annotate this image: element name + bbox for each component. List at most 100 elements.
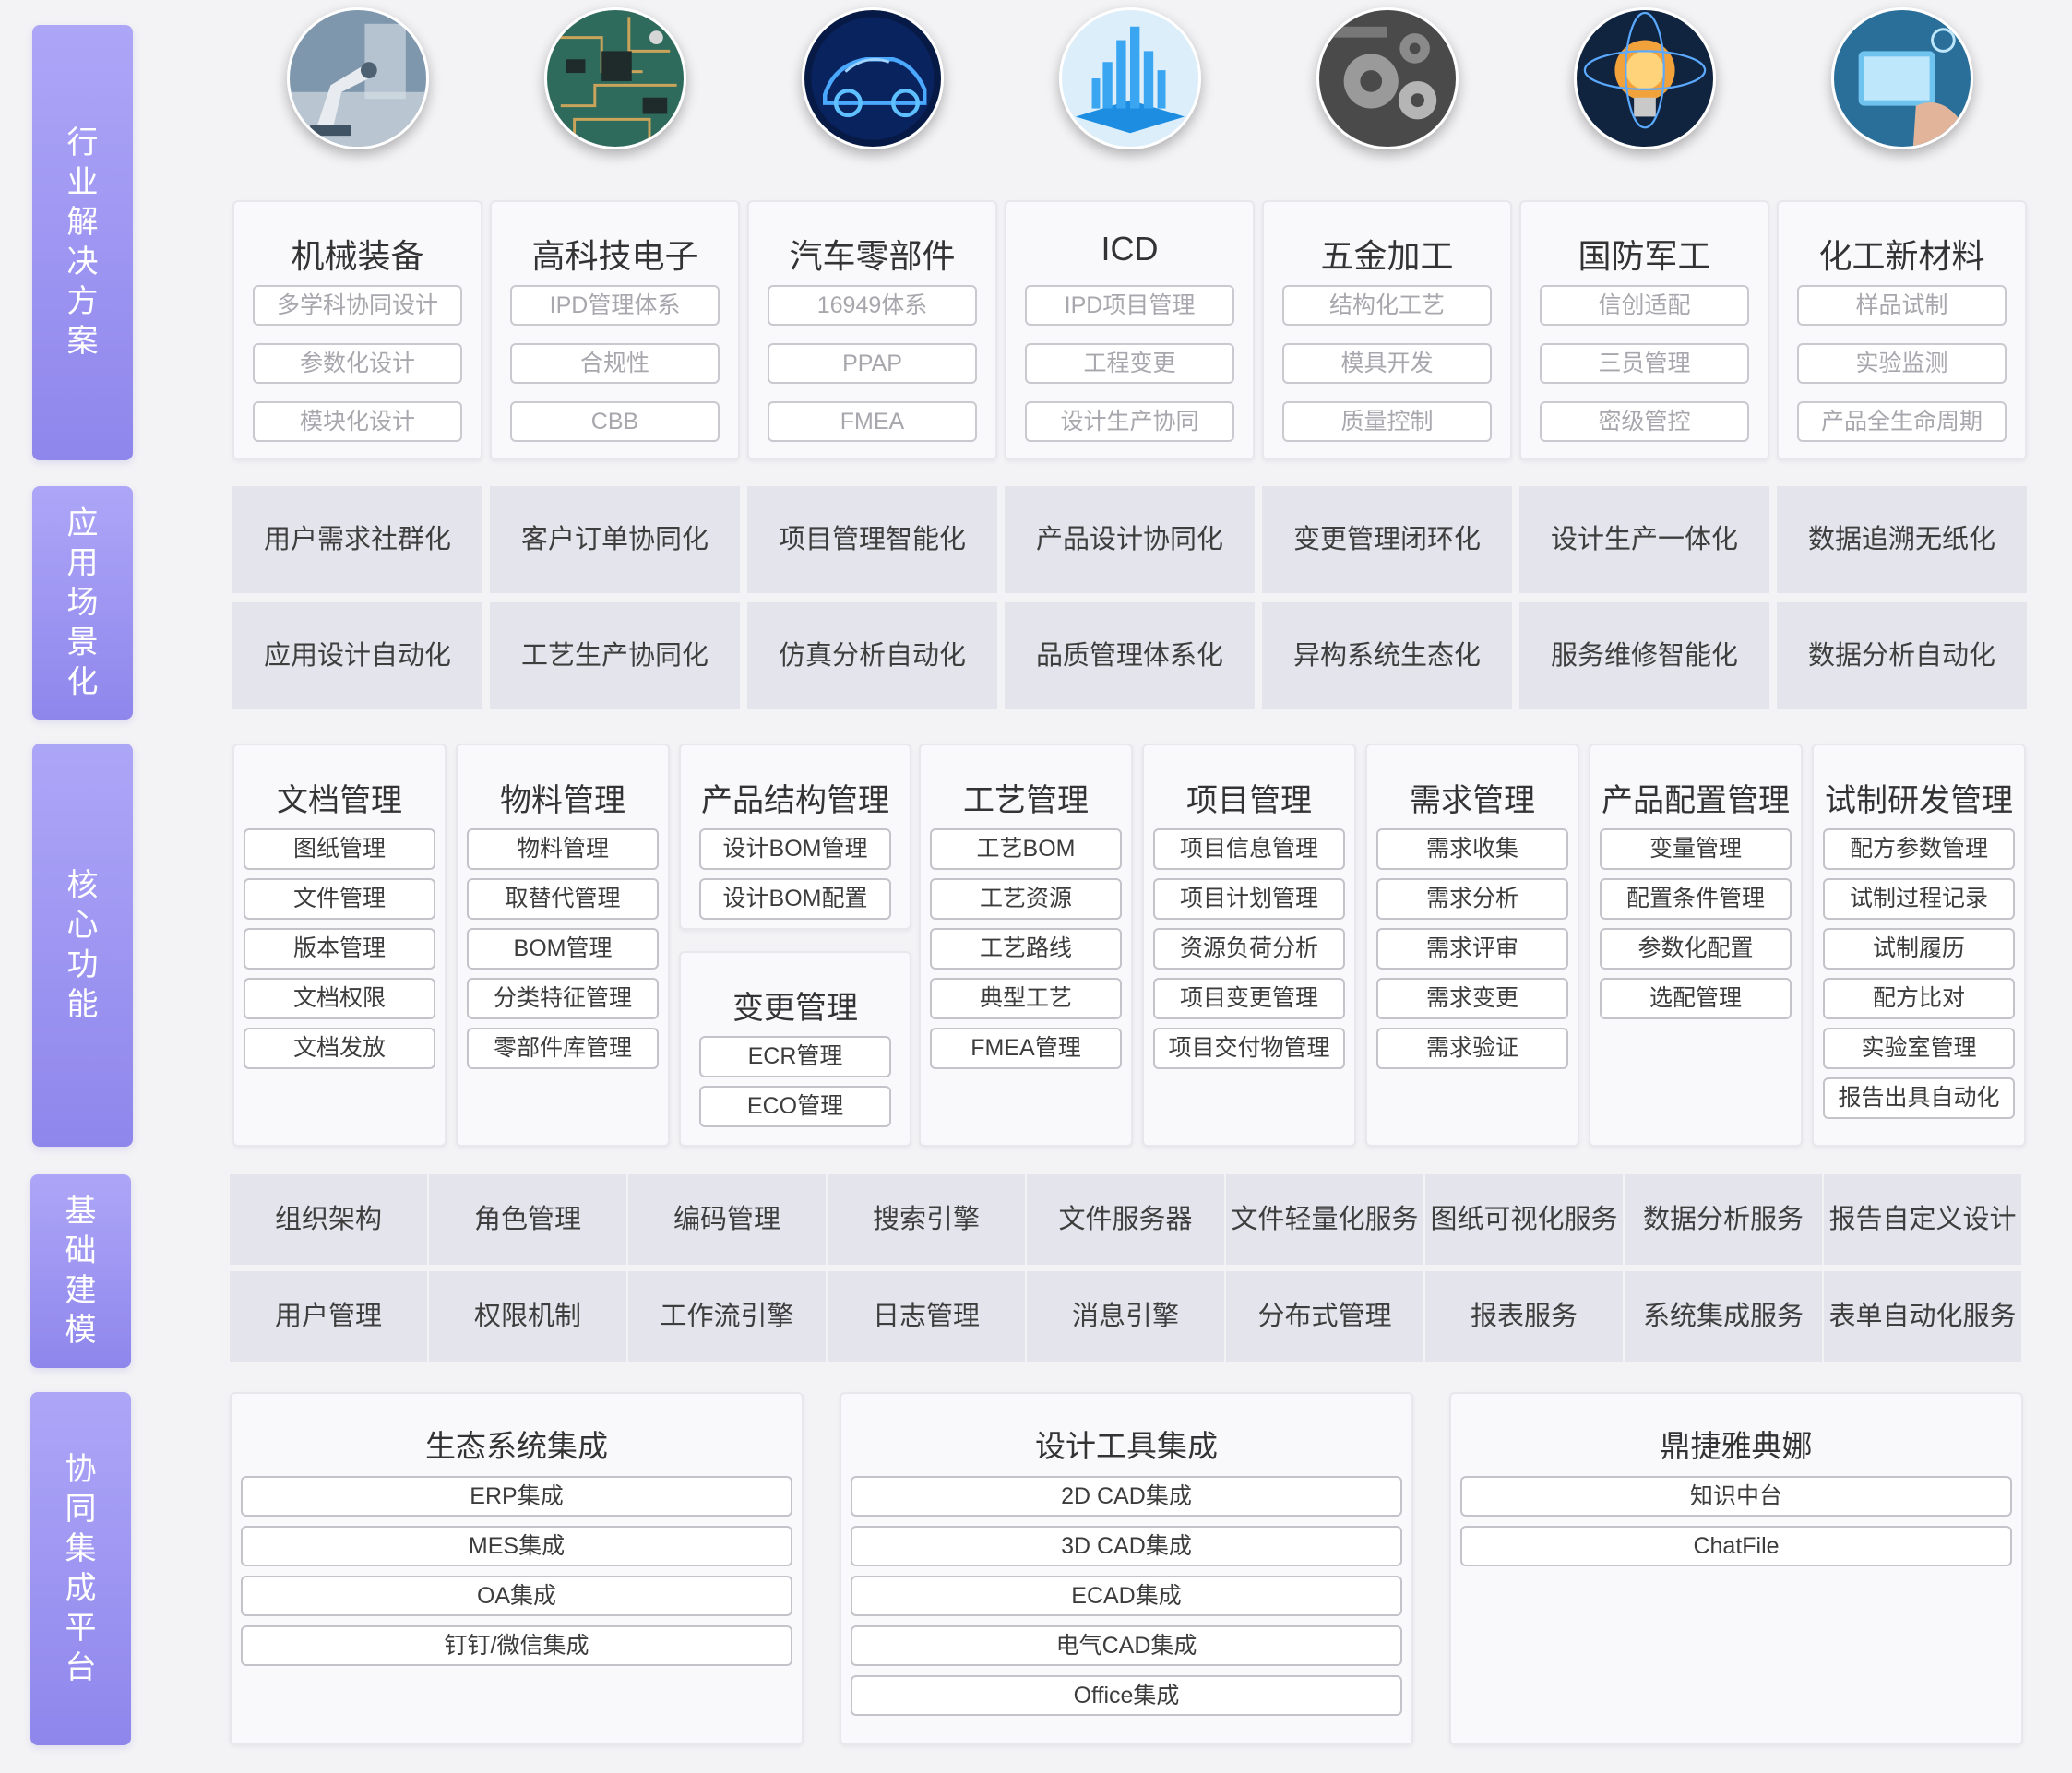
core-item[interactable]: 设计BOM管理 bbox=[699, 828, 891, 870]
foundation-cell[interactable]: 系统集成服务 bbox=[1625, 1271, 1822, 1362]
scenario-cell[interactable]: 客户订单协同化 bbox=[490, 486, 740, 593]
core-item[interactable]: 试制过程记录 bbox=[1823, 878, 2015, 920]
core-item[interactable]: 设计BOM配置 bbox=[699, 878, 891, 920]
scenario-cell[interactable]: 数据分析自动化 bbox=[1777, 602, 2027, 709]
industry-card-machinery[interactable]: 机械装备 多学科协同设计 参数化设计 模块化设计 bbox=[232, 200, 482, 460]
industry-tag[interactable]: 产品全生命周期 bbox=[1797, 401, 2007, 442]
industry-tag[interactable]: 质量控制 bbox=[1282, 401, 1492, 442]
foundation-cell[interactable]: 搜索引擎 bbox=[828, 1174, 1025, 1265]
core-item[interactable]: 需求收集 bbox=[1376, 828, 1568, 870]
core-item[interactable]: 文档发放 bbox=[244, 1028, 435, 1069]
industry-card-electronics[interactable]: 高科技电子 IPD管理体系 合规性 CBB bbox=[490, 200, 740, 460]
industry-tag[interactable]: 模块化设计 bbox=[253, 401, 462, 442]
scenario-cell[interactable]: 品质管理体系化 bbox=[1005, 602, 1255, 709]
industry-tag[interactable]: 模具开发 bbox=[1282, 343, 1492, 384]
industry-tag[interactable]: 参数化设计 bbox=[253, 343, 462, 384]
core-item[interactable]: 分类特征管理 bbox=[467, 978, 659, 1019]
core-item[interactable]: 图纸管理 bbox=[244, 828, 435, 870]
scenario-cell[interactable]: 异构系统生态化 bbox=[1262, 602, 1512, 709]
core-item[interactable]: 物料管理 bbox=[467, 828, 659, 870]
core-item[interactable]: 需求分析 bbox=[1376, 878, 1568, 920]
core-item[interactable]: ECR管理 bbox=[699, 1036, 891, 1077]
core-item[interactable]: 选配管理 bbox=[1600, 978, 1792, 1019]
foundation-cell[interactable]: 数据分析服务 bbox=[1625, 1174, 1822, 1265]
foundation-cell[interactable]: 图纸可视化服务 bbox=[1425, 1174, 1623, 1265]
core-item[interactable]: 工艺BOM bbox=[930, 828, 1122, 870]
integration-item[interactable]: ERP集成 bbox=[241, 1476, 792, 1517]
core-item[interactable]: 需求变更 bbox=[1376, 978, 1568, 1019]
integration-item[interactable]: ChatFile bbox=[1460, 1526, 2012, 1566]
core-item[interactable]: 实验室管理 bbox=[1823, 1028, 2015, 1069]
foundation-cell[interactable]: 文件服务器 bbox=[1027, 1174, 1224, 1265]
industry-tag[interactable]: FMEA bbox=[768, 401, 977, 442]
core-item[interactable]: 需求评审 bbox=[1376, 928, 1568, 970]
foundation-cell[interactable]: 用户管理 bbox=[230, 1271, 427, 1362]
core-item[interactable]: 文件管理 bbox=[244, 878, 435, 920]
scenario-cell[interactable]: 用户需求社群化 bbox=[232, 486, 482, 593]
core-item[interactable]: FMEA管理 bbox=[930, 1028, 1122, 1069]
core-item[interactable]: 配方参数管理 bbox=[1823, 828, 2015, 870]
scenario-cell[interactable]: 设计生产一体化 bbox=[1519, 486, 1769, 593]
foundation-cell[interactable]: 组织架构 bbox=[230, 1174, 427, 1265]
industry-tag[interactable]: IPD项目管理 bbox=[1025, 285, 1234, 326]
industry-tag[interactable]: 设计生产协同 bbox=[1025, 401, 1234, 442]
core-item[interactable]: 变量管理 bbox=[1600, 828, 1792, 870]
foundation-cell[interactable]: 消息引擎 bbox=[1027, 1271, 1224, 1362]
industry-tag[interactable]: 多学科协同设计 bbox=[253, 285, 462, 326]
core-item[interactable]: 取替代管理 bbox=[467, 878, 659, 920]
industry-tag[interactable]: 结构化工艺 bbox=[1282, 285, 1492, 326]
industry-tag[interactable]: 信创适配 bbox=[1540, 285, 1749, 326]
scenario-cell[interactable]: 工艺生产协同化 bbox=[490, 602, 740, 709]
integration-item[interactable]: 电气CAD集成 bbox=[851, 1625, 1402, 1666]
foundation-cell[interactable]: 分布式管理 bbox=[1226, 1271, 1423, 1362]
industry-card-auto-parts[interactable]: 汽车零部件 16949体系 PPAP FMEA bbox=[747, 200, 997, 460]
industry-card-chemical[interactable]: 化工新材料 样品试制 实验监测 产品全生命周期 bbox=[1777, 200, 2027, 460]
integration-item[interactable]: MES集成 bbox=[241, 1526, 792, 1566]
industry-card-hardware[interactable]: 五金加工 结构化工艺 模具开发 质量控制 bbox=[1262, 200, 1512, 460]
scenario-cell[interactable]: 数据追溯无纸化 bbox=[1777, 486, 2027, 593]
foundation-cell[interactable]: 表单自动化服务 bbox=[1824, 1271, 2021, 1362]
integration-item[interactable]: 钉钉/微信集成 bbox=[241, 1625, 792, 1666]
core-item[interactable]: 版本管理 bbox=[244, 928, 435, 970]
industry-card-icd[interactable]: ICD IPD项目管理 工程变更 设计生产协同 bbox=[1005, 200, 1255, 460]
scenario-cell[interactable]: 产品设计协同化 bbox=[1005, 486, 1255, 593]
scenario-cell[interactable]: 变更管理闭环化 bbox=[1262, 486, 1512, 593]
scenario-cell[interactable]: 仿真分析自动化 bbox=[747, 602, 997, 709]
foundation-cell[interactable]: 工作流引擎 bbox=[628, 1271, 826, 1362]
core-item[interactable]: ECO管理 bbox=[699, 1086, 891, 1127]
foundation-cell[interactable]: 文件轻量化服务 bbox=[1226, 1174, 1423, 1265]
core-item[interactable]: 项目变更管理 bbox=[1153, 978, 1345, 1019]
industry-tag[interactable]: PPAP bbox=[768, 343, 977, 384]
industry-tag[interactable]: 样品试制 bbox=[1797, 285, 2007, 326]
scenario-cell[interactable]: 项目管理智能化 bbox=[747, 486, 997, 593]
integration-item[interactable]: 2D CAD集成 bbox=[851, 1476, 1402, 1517]
core-item[interactable]: 典型工艺 bbox=[930, 978, 1122, 1019]
core-item[interactable]: BOM管理 bbox=[467, 928, 659, 970]
foundation-cell[interactable]: 角色管理 bbox=[429, 1174, 626, 1265]
core-item[interactable]: 配方比对 bbox=[1823, 978, 2015, 1019]
core-item[interactable]: 资源负荷分析 bbox=[1153, 928, 1345, 970]
industry-tag[interactable]: 16949体系 bbox=[768, 285, 977, 326]
core-item[interactable]: 项目交付物管理 bbox=[1153, 1028, 1345, 1069]
foundation-cell[interactable]: 权限机制 bbox=[429, 1271, 626, 1362]
industry-tag[interactable]: 密级管控 bbox=[1540, 401, 1749, 442]
core-item[interactable]: 参数化配置 bbox=[1600, 928, 1792, 970]
core-item[interactable]: 项目信息管理 bbox=[1153, 828, 1345, 870]
core-item[interactable]: 项目计划管理 bbox=[1153, 878, 1345, 920]
industry-tag[interactable]: 三员管理 bbox=[1540, 343, 1749, 384]
core-item[interactable]: 需求验证 bbox=[1376, 1028, 1568, 1069]
core-item[interactable]: 零部件库管理 bbox=[467, 1028, 659, 1069]
core-item[interactable]: 文档权限 bbox=[244, 978, 435, 1019]
core-item[interactable]: 配置条件管理 bbox=[1600, 878, 1792, 920]
integration-item[interactable]: 知识中台 bbox=[1460, 1476, 2012, 1517]
industry-tag[interactable]: CBB bbox=[510, 401, 720, 442]
core-item[interactable]: 工艺资源 bbox=[930, 878, 1122, 920]
core-item[interactable]: 报告出具自动化 bbox=[1823, 1077, 2015, 1119]
core-item[interactable]: 工艺路线 bbox=[930, 928, 1122, 970]
scenario-cell[interactable]: 服务维修智能化 bbox=[1519, 602, 1769, 709]
integration-item[interactable]: Office集成 bbox=[851, 1675, 1402, 1716]
foundation-cell[interactable]: 编码管理 bbox=[628, 1174, 826, 1265]
industry-card-defense[interactable]: 国防军工 信创适配 三员管理 密级管控 bbox=[1519, 200, 1769, 460]
core-item[interactable]: 试制履历 bbox=[1823, 928, 2015, 970]
integration-item[interactable]: ECAD集成 bbox=[851, 1576, 1402, 1616]
